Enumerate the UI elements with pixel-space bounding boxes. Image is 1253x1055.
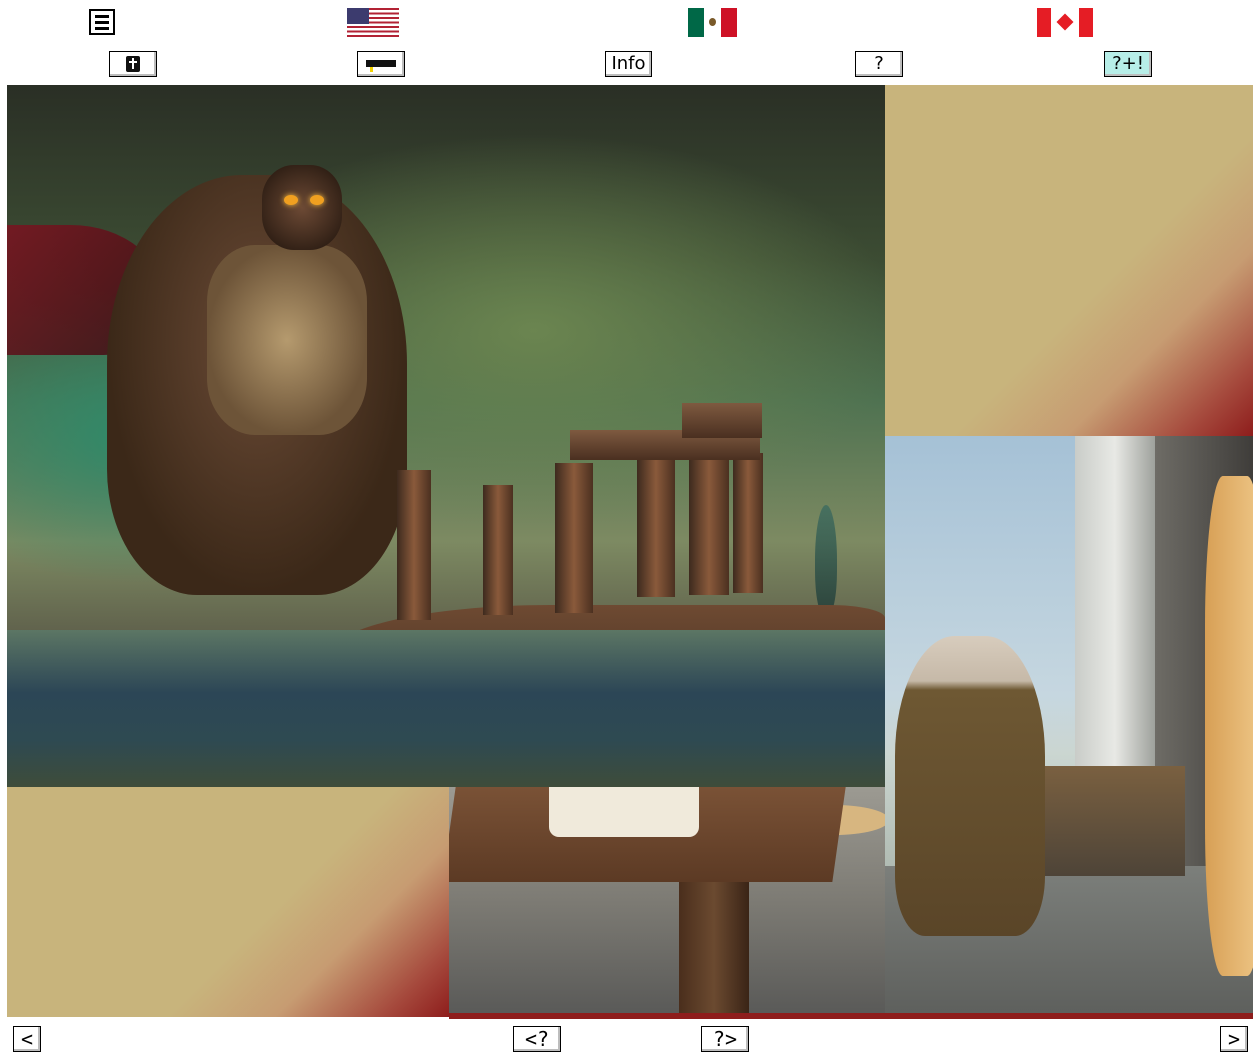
help-button[interactable]: ?: [855, 51, 903, 77]
bible-icon: [126, 56, 140, 72]
next-button[interactable]: >: [1220, 1026, 1248, 1052]
temple-scene-illustration: [885, 436, 1253, 1013]
quiz-button[interactable]: ?+!: [1104, 51, 1152, 77]
divider: [449, 1013, 1253, 1019]
decorative-panel: [885, 85, 1253, 436]
prev-question-button[interactable]: <?: [513, 1026, 561, 1052]
info-button[interactable]: Info: [605, 51, 652, 77]
bible-button[interactable]: [109, 51, 157, 77]
mexico-flag-icon[interactable]: [688, 8, 737, 37]
us-flag-icon[interactable]: [347, 8, 399, 37]
prev-button[interactable]: <: [13, 1026, 41, 1052]
next-question-button[interactable]: ?>: [701, 1026, 749, 1052]
study-table-illustration: [449, 787, 885, 1013]
hamburger-menu-icon[interactable]: [89, 9, 115, 35]
canada-flag-icon[interactable]: [1037, 8, 1093, 37]
graduation-cap-icon: [366, 60, 396, 67]
graduation-button[interactable]: [357, 51, 405, 77]
monster-ruins-illustration: [7, 85, 885, 787]
decorative-panel: [7, 787, 449, 1017]
